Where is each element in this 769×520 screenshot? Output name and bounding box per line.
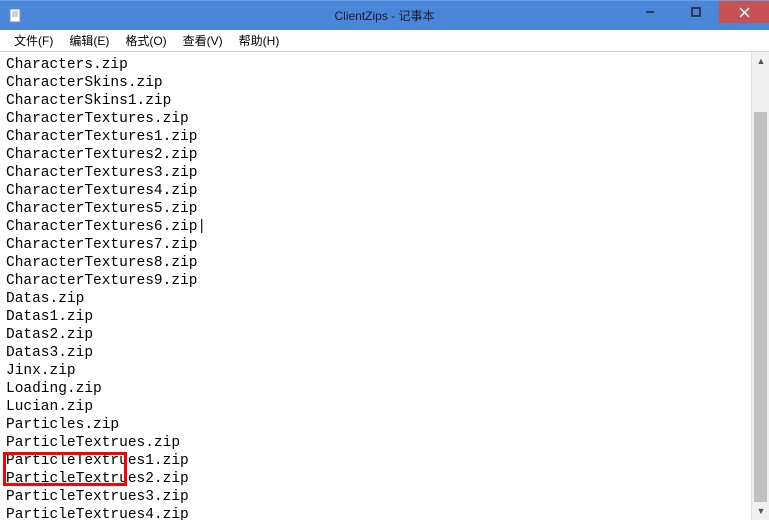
text-line: ParticleTextrues.zip — [6, 434, 749, 452]
text-line: CharacterTextures1.zip — [6, 128, 749, 146]
text-line: Lucian.zip — [6, 398, 749, 416]
menu-format[interactable]: 格式(O) — [117, 30, 174, 51]
menu-help[interactable]: 帮助(H) — [231, 30, 288, 51]
text-line: Particles.zip — [6, 416, 749, 434]
menu-view[interactable]: 查看(V) — [175, 30, 231, 51]
text-line: CharacterTextures8.zip — [6, 254, 749, 272]
close-button[interactable] — [719, 1, 769, 23]
text-line: ParticleTextrues1.zip — [6, 452, 749, 470]
vertical-scrollbar[interactable]: ▲ ▼ — [751, 52, 769, 520]
text-line: CharacterTextures6.zip| — [6, 218, 749, 236]
text-line: Datas2.zip — [6, 326, 749, 344]
scroll-thumb[interactable] — [754, 112, 767, 502]
menubar: 文件(F) 编辑(E) 格式(O) 查看(V) 帮助(H) — [0, 30, 769, 52]
text-line: CharacterTextures9.zip — [6, 272, 749, 290]
text-line: Datas3.zip — [6, 344, 749, 362]
notepad-icon — [8, 8, 24, 24]
text-line: CharacterTextures5.zip — [6, 200, 749, 218]
minimize-button[interactable] — [627, 1, 673, 23]
text-line: Datas1.zip — [6, 308, 749, 326]
text-line: CharacterSkins.zip — [6, 74, 749, 92]
menu-file[interactable]: 文件(F) — [6, 30, 61, 51]
text-line: CharacterTextures.zip — [6, 110, 749, 128]
window-controls — [627, 1, 769, 30]
text-line: CharacterTextures4.zip — [6, 182, 749, 200]
maximize-button[interactable] — [673, 1, 719, 23]
titlebar: ClientZips - 记事本 — [0, 0, 769, 30]
text-editor[interactable]: Characters.zipCharacterSkins.zipCharacte… — [0, 52, 751, 520]
window-title: ClientZips - 记事本 — [334, 7, 434, 24]
text-line: ParticleTextrues4.zip — [6, 506, 749, 520]
text-line: Datas.zip — [6, 290, 749, 308]
scroll-down-arrow[interactable]: ▼ — [752, 502, 769, 520]
text-line: ParticleTextrues3.zip — [6, 488, 749, 506]
menu-edit[interactable]: 编辑(E) — [61, 30, 117, 51]
text-line: CharacterTextures2.zip — [6, 146, 749, 164]
text-line: CharacterSkins1.zip — [6, 92, 749, 110]
text-line: Characters.zip — [6, 56, 749, 74]
text-line: Loading.zip — [6, 380, 749, 398]
content-area: Characters.zipCharacterSkins.zipCharacte… — [0, 52, 769, 520]
text-line: CharacterTextures7.zip — [6, 236, 749, 254]
text-line: CharacterTextures3.zip — [6, 164, 749, 182]
text-line: Jinx.zip — [6, 362, 749, 380]
scroll-up-arrow[interactable]: ▲ — [752, 52, 769, 70]
text-line: ParticleTextrues2.zip — [6, 470, 749, 488]
